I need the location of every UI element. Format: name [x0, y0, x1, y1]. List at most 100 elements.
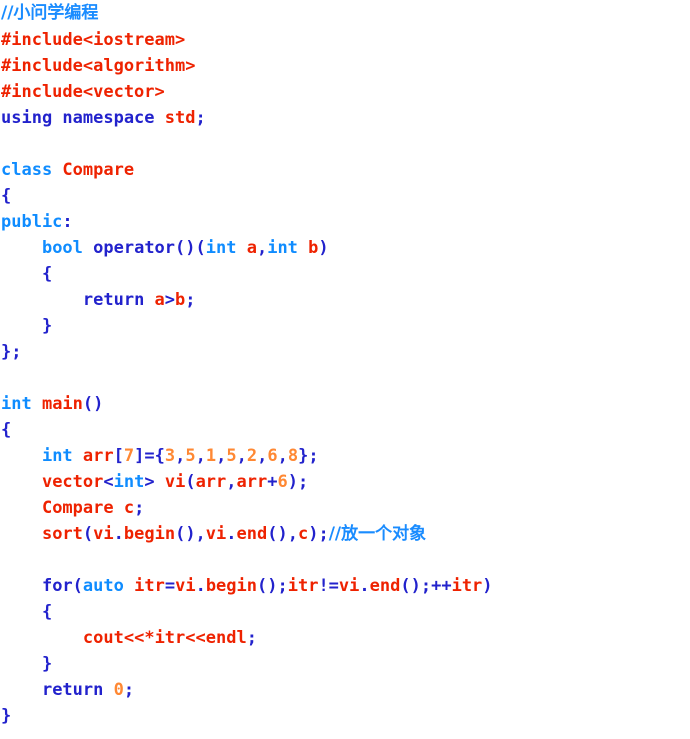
code-token-ident: Compare — [62, 160, 135, 180]
code-token-ident: vector — [41, 472, 104, 492]
code-token-number: 3 — [164, 446, 176, 466]
code-token-punct: < — [103, 472, 114, 492]
code-token-preproc: #include<vector> — [1, 82, 165, 102]
code-token-punct: , — [277, 446, 288, 466]
code-line: int arr[7]={3,5,1,5,2,6,8}; — [0, 443, 690, 469]
code-token-number: 6 — [267, 446, 278, 466]
code-token-punct: } — [1, 316, 53, 336]
code-token-punct: ( — [82, 524, 94, 544]
code-line: sort(vi.begin(),vi.end(),c);//放一个对象 — [0, 521, 690, 547]
code-token-type: int — [1, 394, 42, 414]
code-token-ident: begin — [205, 576, 257, 596]
code-token-punct: ; — [123, 680, 135, 700]
code-token-punct: ) — [318, 238, 329, 258]
code-token-ident: sort — [41, 524, 83, 544]
code-line: { — [0, 183, 690, 209]
code-token-ident: vi — [164, 472, 186, 492]
code-token-ident: vi — [205, 524, 227, 544]
code-token-punct: { — [1, 602, 53, 622]
code-token-punct: . — [195, 576, 206, 596]
code-token-punct: , — [256, 238, 268, 258]
code-line: bool operator()(int a,int b) — [0, 235, 690, 261]
code-token-punct: (), — [267, 524, 298, 544]
code-token-punct: ++ — [431, 576, 452, 596]
code-token-punct: ) — [482, 576, 493, 596]
code-token-number: 7 — [123, 446, 135, 466]
code-token-punct: ; — [195, 108, 206, 128]
code-token-number: 8 — [287, 446, 299, 466]
code-line: Compare c; — [0, 495, 690, 521]
code-token-number: 6 — [277, 472, 288, 492]
code-token-punct: ()( — [175, 238, 206, 258]
code-token-preproc: #include<algorithm> — [1, 56, 196, 76]
code-token-ident: itr — [154, 628, 186, 648]
code-token-punct: (), — [175, 524, 206, 544]
code-line: using namespace std; — [0, 105, 690, 131]
code-token-ident: b — [175, 290, 186, 310]
code-token-ident: arr — [236, 472, 268, 492]
code-token-type: class — [1, 160, 63, 180]
code-line: return 0; — [0, 677, 690, 703]
code-line: #include<vector> — [0, 79, 690, 105]
code-token-ident: itr — [287, 576, 319, 596]
code-line: } — [0, 651, 690, 677]
code-token-keyword: return — [41, 680, 114, 700]
code-token-ident: std — [164, 108, 196, 128]
code-token-punct: ); — [287, 472, 309, 492]
code-token-ident: <<* — [123, 628, 155, 648]
code-token-punct: , — [195, 446, 206, 466]
code-token-ident: vi — [93, 524, 114, 544]
code-line: { — [0, 417, 690, 443]
code-token-punct: ; — [185, 290, 196, 310]
code-token-comment: //放一个对象 — [328, 524, 427, 544]
code-token-punct: }; — [1, 342, 22, 362]
code-token-punct: , — [236, 446, 247, 466]
code-token-type: auto — [82, 576, 135, 596]
code-token-ident: b — [308, 238, 319, 258]
code-token-punct: () — [82, 394, 104, 414]
code-token-punct: { — [1, 186, 12, 206]
code-token-punct: . — [113, 524, 124, 544]
code-token-punct: + — [267, 472, 278, 492]
code-token-type: int — [205, 238, 247, 258]
code-token-punct: ; — [246, 628, 257, 648]
code-token-number: 1 — [205, 446, 217, 466]
code-token-ident: vi — [175, 576, 196, 596]
code-token-punct: . — [226, 524, 237, 544]
code-token-punct: , — [257, 446, 268, 466]
code-token-keyword: operator — [93, 238, 176, 258]
code-token-punct: > — [164, 290, 176, 310]
code-token-type: public — [1, 212, 63, 232]
code-token-punct: > — [144, 472, 165, 492]
code-token-preproc: #include<iostream> — [1, 30, 186, 50]
code-token-keyword: using namespace — [1, 108, 165, 128]
code-token-ident: end — [369, 576, 401, 596]
code-token-punct: ); — [308, 524, 329, 544]
code-token-punct: . — [359, 576, 370, 596]
code-token-punct: ]={ — [134, 446, 165, 466]
code-token-punct: : — [62, 212, 73, 232]
code-line: //小问学编程 — [0, 0, 690, 27]
code-token-number: 5 — [185, 446, 196, 466]
code-token-ident: Compare c — [41, 498, 135, 518]
code-editor[interactable]: //小问学编程 #include<iostream> #include<algori… — [0, 0, 690, 739]
code-token-punct: = — [164, 576, 176, 596]
code-token-type: bool — [41, 238, 94, 258]
code-line: for(auto itr=vi.begin();itr!=vi.end();++… — [0, 573, 690, 599]
code-token-ident: itr — [134, 576, 165, 596]
code-token-punct: , — [175, 446, 186, 466]
code-token-punct: }; — [298, 446, 319, 466]
code-token-ident: vi — [338, 576, 360, 596]
code-token-punct: { — [1, 264, 53, 284]
code-line: vector<int> vi(arr,arr+6); — [0, 469, 690, 495]
code-line: } — [0, 703, 690, 729]
